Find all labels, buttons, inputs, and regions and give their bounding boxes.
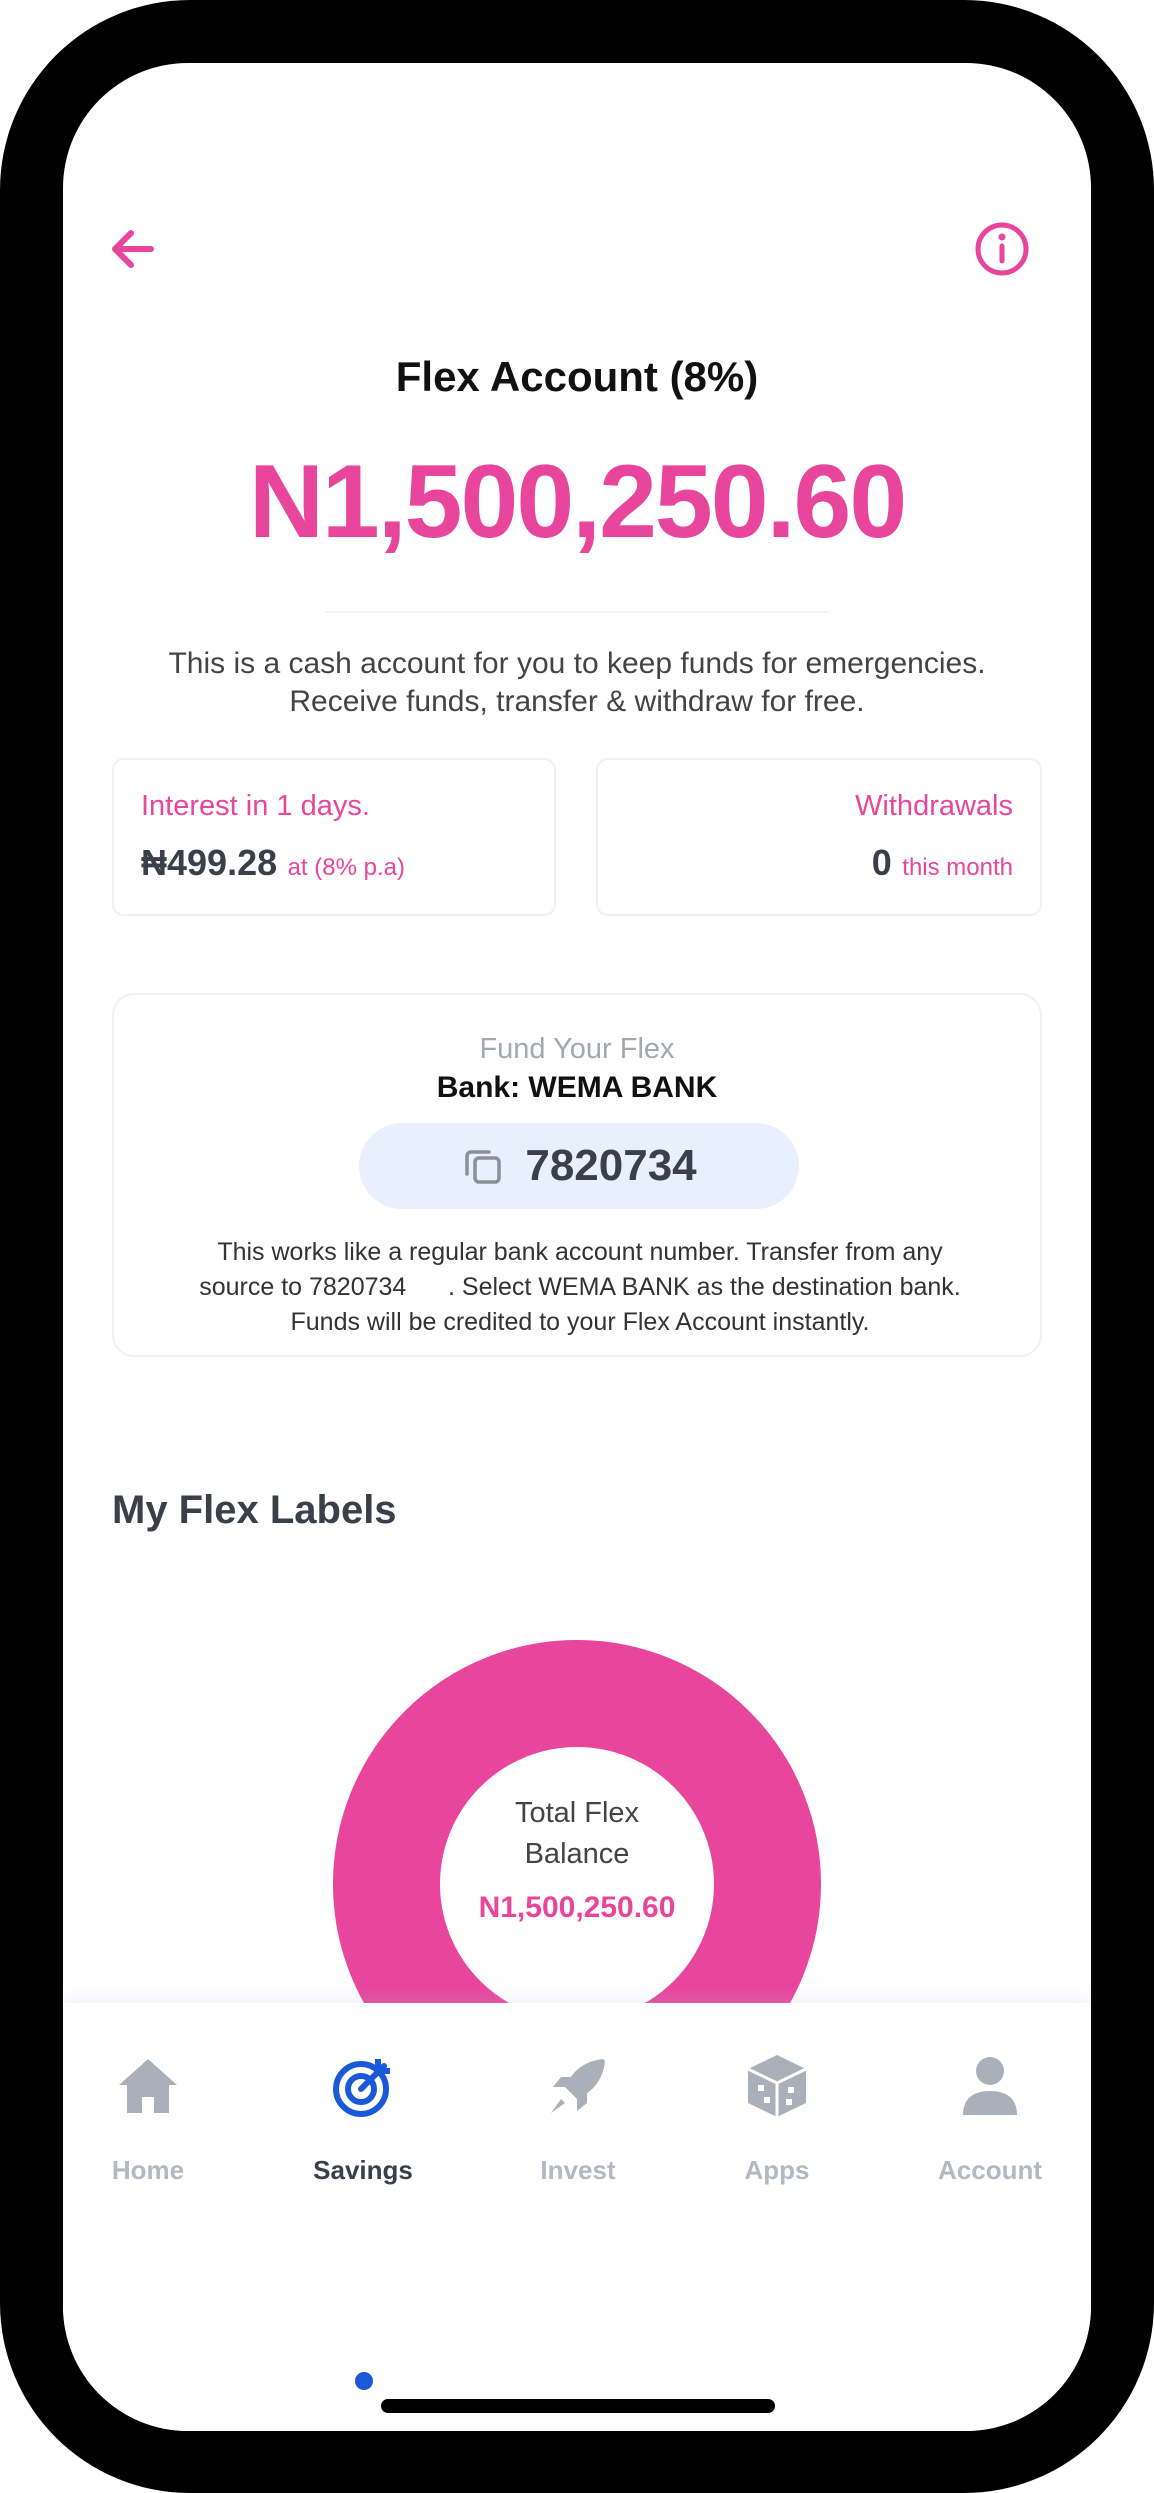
- fund-card: Fund Your Flex Bank: WEMA BANK 7820734 T…: [112, 993, 1042, 1357]
- withdrawals-label: Withdrawals: [855, 790, 1013, 822]
- tab-apps-label: Apps: [744, 2155, 810, 2185]
- tab-home-label: Home: [111, 2155, 185, 2185]
- rocket-icon: [551, 2059, 605, 2113]
- tab-invest-label: Invest: [540, 2155, 616, 2185]
- description-line-2: Receive funds, transfer & withdraw for f…: [289, 685, 865, 718]
- interest-amount: ₦499.28: [141, 842, 278, 883]
- home-indicator: [381, 2399, 775, 2413]
- info-button[interactable]: [962, 209, 1042, 289]
- tab-savings-label: Savings: [313, 2155, 413, 2185]
- interest-label: Interest in 1 days.: [141, 790, 370, 822]
- donut-center-value: N1,500,250.60: [478, 1891, 676, 1924]
- back-button[interactable]: [93, 209, 173, 289]
- tab-invest[interactable]: Invest: [478, 2003, 678, 2185]
- account-number-copy-button[interactable]: 7820734: [359, 1123, 799, 1209]
- interest-card: Interest in 1 days. ₦499.28 at (8% p.a): [112, 758, 556, 916]
- withdrawals-card: Withdrawals 0 this month: [596, 758, 1042, 916]
- donut-center-line-1: Total Flex: [514, 1797, 640, 1829]
- withdrawals-count-row: 0 this month: [872, 842, 1013, 884]
- account-title: Flex Account (8%): [395, 353, 759, 400]
- account-number: 7820734: [525, 1141, 697, 1190]
- fund-note-block: This works like a regular bank account n…: [154, 1235, 1006, 1340]
- fund-note-line-3: Funds will be credited to your Flex Acco…: [290, 1308, 870, 1336]
- home-icon: [119, 2059, 177, 2113]
- active-tab-indicator: [355, 2372, 373, 2390]
- interest-rate-note: at (8% p.a): [287, 854, 405, 881]
- account-balance: N1,500,250.60: [248, 444, 907, 560]
- cube-icon: [747, 2055, 807, 2117]
- info-circle-icon: [975, 222, 1029, 276]
- interest-amount-row: ₦499.28 at (8% p.a): [141, 842, 405, 884]
- withdrawals-period: this month: [902, 854, 1013, 881]
- arrow-left-icon: [112, 230, 154, 268]
- fund-title: Fund Your Flex: [479, 1033, 675, 1065]
- tab-account[interactable]: Account: [890, 2003, 1090, 2185]
- tab-home[interactable]: Home: [63, 2003, 248, 2185]
- app-screen: Flex Account (8%) N1,500,250.60 This is …: [63, 63, 1091, 2431]
- fund-bank: Bank: WEMA BANK: [436, 1071, 718, 1104]
- donut-center: Total Flex Balance N1,500,250.60: [417, 1793, 737, 1925]
- donut-center-line-2: Balance: [524, 1838, 630, 1870]
- description-line-1: This is a cash account for you to keep f…: [168, 647, 986, 680]
- copy-icon: [465, 1150, 502, 1184]
- divider: [325, 611, 829, 613]
- user-icon: [963, 2057, 1017, 2115]
- labels-section-title: My Flex Labels: [112, 1488, 397, 1532]
- bottom-tab-bar: Home Savings Invest Apps Account: [63, 2003, 1091, 2431]
- withdrawals-count: 0: [871, 842, 892, 883]
- phone-frame: Flex Account (8%) N1,500,250.60 This is …: [0, 0, 1154, 2493]
- tab-account-label: Account: [938, 2155, 1042, 2185]
- target-icon: [333, 2059, 390, 2117]
- fund-note-line-2: source to 7820734 . Select WEMA BANK as …: [199, 1273, 961, 1301]
- tab-savings[interactable]: Savings: [263, 2003, 463, 2185]
- tab-apps[interactable]: Apps: [677, 2003, 877, 2185]
- account-description: This is a cash account for you to keep f…: [103, 645, 1051, 721]
- fund-note-line-1: This works like a regular bank account n…: [217, 1238, 943, 1266]
